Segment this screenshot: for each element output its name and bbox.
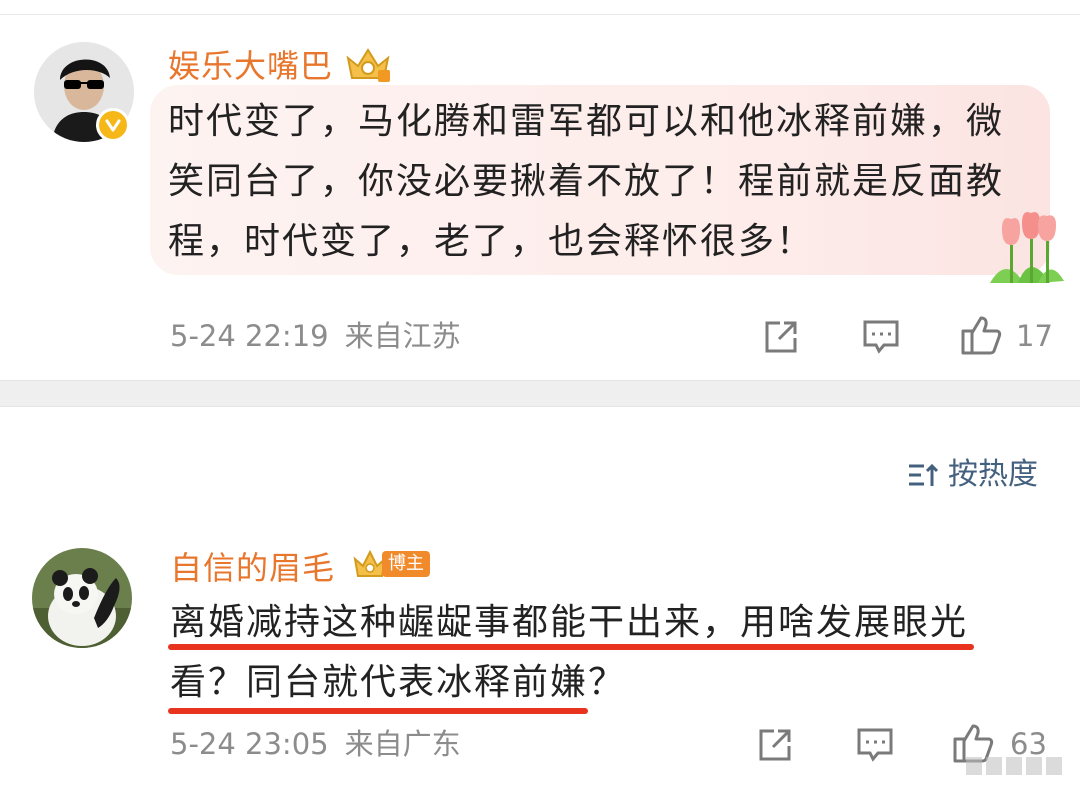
- comment-text: 时代变了，马化腾和雷军都可以和他冰释前嫌，微笑同台了，你没必要揪着不放了！程前就…: [168, 101, 1005, 262]
- sort-icon: [909, 463, 939, 486]
- sort-label: 按热度: [948, 457, 1038, 492]
- comment-username[interactable]: 自信的眉毛: [170, 548, 335, 588]
- comment-location: 来自江苏: [344, 319, 461, 353]
- watermark: [966, 757, 1062, 775]
- share-icon[interactable]: [754, 724, 796, 766]
- tulip-sticker-icon: [980, 205, 1068, 285]
- verified-icon: [96, 108, 130, 142]
- comment-text: 离婚减持这种龌龊事都能干出来，用啥发展眼光看？同台就代表冰释前嫌？: [170, 602, 969, 703]
- panda-avatar-image: [32, 548, 132, 648]
- badge-label: 博主: [382, 551, 430, 577]
- comment-location: 来自广东: [344, 727, 461, 761]
- comment-icon[interactable]: [854, 724, 896, 766]
- sort-button[interactable]: 按热度: [906, 455, 1038, 495]
- section-separator: [0, 380, 1080, 407]
- highlight-underline: [168, 644, 974, 650]
- comment-time: 5-24 23:05: [170, 727, 329, 761]
- comment-meta: 5-24 23:05 来自广东: [170, 726, 461, 762]
- like-icon[interactable]: [958, 312, 1004, 358]
- comment-username[interactable]: 娱乐大嘴巴: [168, 46, 333, 86]
- like-count: 17: [1016, 319, 1053, 353]
- comment-meta: 5-24 22:19 来自江苏: [170, 318, 461, 354]
- top-divider: [0, 14, 1080, 15]
- share-icon[interactable]: [760, 316, 802, 358]
- avatar[interactable]: [32, 548, 132, 648]
- highlight-underline: [168, 708, 588, 714]
- comment-time: 5-24 22:19: [170, 319, 329, 353]
- comment-icon[interactable]: [860, 316, 902, 358]
- blogger-badge: 博主: [352, 549, 430, 579]
- crown-icon: [344, 44, 392, 84]
